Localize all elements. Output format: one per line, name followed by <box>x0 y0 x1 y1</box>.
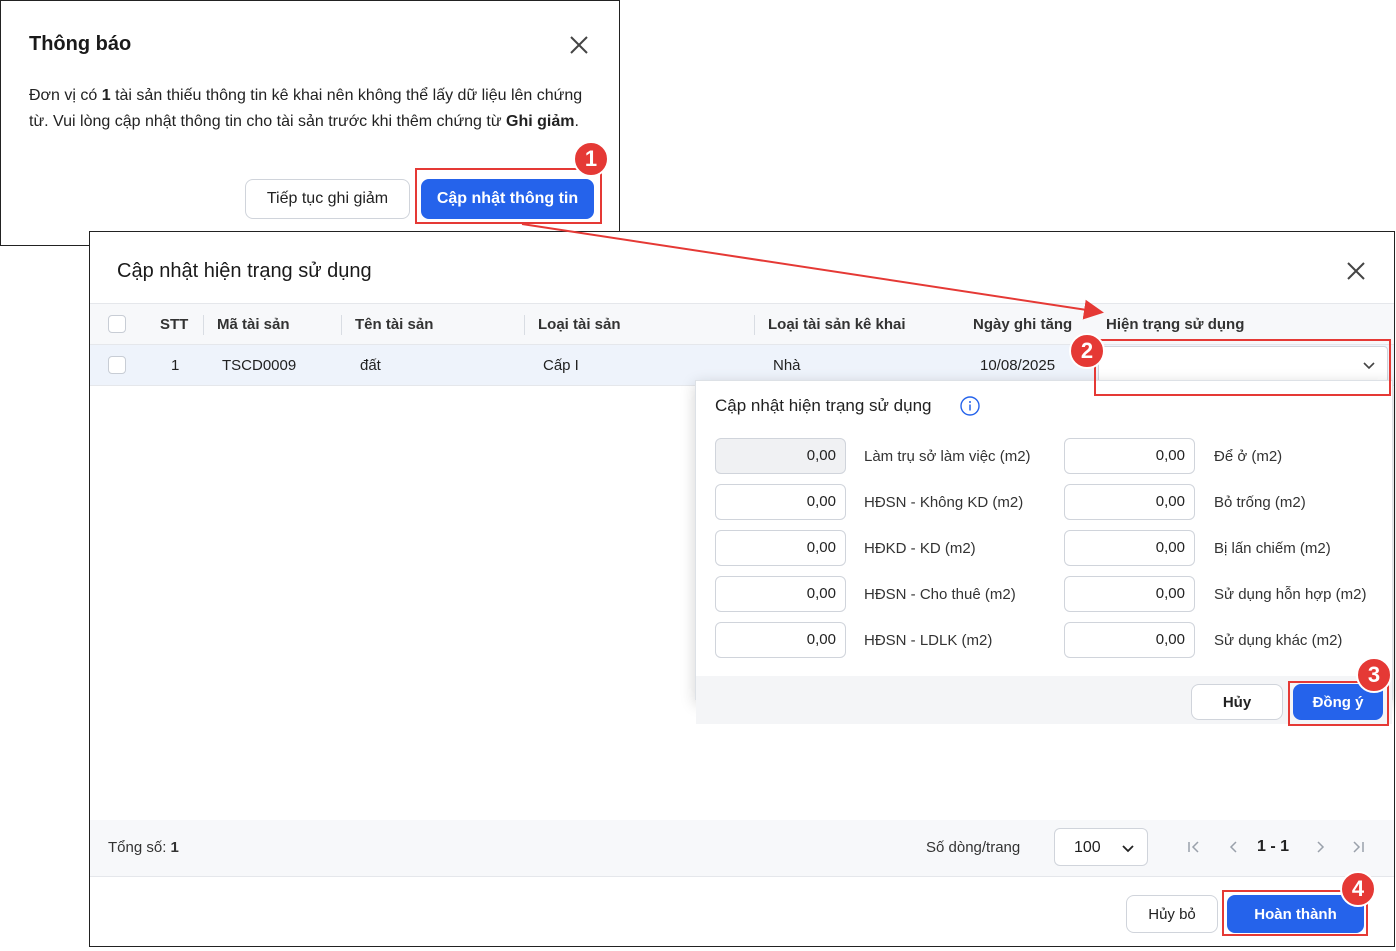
residential-area-label: Để ở (m2) <box>1214 448 1283 465</box>
cell-asset-code: TSCD0009 <box>222 357 297 374</box>
step-badge-4: 4 <box>1340 871 1376 907</box>
non-business-area-label: HĐSN - Không KD (m2) <box>864 494 1024 511</box>
rows-per-page-select[interactable]: 100 <box>1054 828 1148 866</box>
encroached-area-label: Bị lấn chiếm (m2) <box>1214 540 1331 557</box>
residential-area-input[interactable]: 0,00 <box>1064 438 1195 474</box>
notification-message: Đơn vị có 1 tài sản thiếu thông tin kê k… <box>29 87 583 130</box>
select-all-checkbox[interactable] <box>108 315 126 333</box>
step-badge-1: 1 <box>573 141 609 177</box>
business-area-label: HĐKD - KD (m2) <box>864 540 976 557</box>
office-area-input: 0,00 <box>715 438 846 474</box>
cancel-button[interactable]: Hủy bỏ <box>1126 895 1218 933</box>
pagination-bar: Tổng số: 1 Số dòng/trang 100 1 - 1 <box>90 820 1394 876</box>
popover-title: Cập nhật hiện trạng sử dụng <box>715 396 932 415</box>
popover-cancel-button[interactable]: Hủy <box>1191 684 1283 720</box>
page-range: 1 - 1 <box>1257 838 1290 855</box>
rental-area-label: HĐSN - Cho thuê (m2) <box>864 586 1016 603</box>
non-business-area-input[interactable]: 0,00 <box>715 484 846 520</box>
column-header-asset-name: Tên tài sản <box>355 316 434 333</box>
notification-dialog: Thông báo Đơn vị có 1 tài sản thiếu thôn… <box>0 0 620 246</box>
step-badge-2: 2 <box>1069 333 1105 369</box>
other-use-area-label: Sử dụng khác (m2) <box>1214 632 1343 649</box>
popover-footer-bar <box>696 676 1392 724</box>
continue-reduce-button[interactable]: Tiếp tục ghi giảm <box>245 179 410 219</box>
usage-status-popover: Cập nhật hiện trạng sử dụng 0,00 Làm trụ… <box>695 380 1393 700</box>
cell-asset-type: Cấp I <box>543 357 579 374</box>
row-checkbox[interactable] <box>108 356 126 374</box>
table-header: STT Mã tài sản Tên tài sản Loại tài sản … <box>90 303 1394 345</box>
total-count: Tổng số: 1 <box>108 839 179 856</box>
dialog-footer: Hủy bỏ Hoàn thành <box>90 876 1394 946</box>
column-divider <box>203 315 204 335</box>
cell-increase-date: 10/08/2025 <box>980 357 1056 374</box>
column-divider <box>754 315 755 335</box>
vacant-area-input[interactable]: 0,00 <box>1064 484 1195 520</box>
office-area-label: Làm trụ sở làm việc (m2) <box>864 448 1031 465</box>
joint-venture-area-label: HĐSN - LDLK (m2) <box>864 632 993 649</box>
joint-venture-area-input[interactable]: 0,00 <box>715 622 846 658</box>
mixed-use-area-input[interactable]: 0,00 <box>1064 576 1195 612</box>
last-page-icon[interactable] <box>1350 839 1366 855</box>
update-info-button[interactable]: Cập nhật thông tin <box>421 179 594 219</box>
column-header-increase-date: Ngày ghi tăng <box>973 316 1073 333</box>
next-page-icon[interactable] <box>1312 839 1328 855</box>
cell-asset-name: đất <box>360 357 381 374</box>
close-icon[interactable] <box>567 33 591 57</box>
step-badge-3: 3 <box>1356 657 1392 693</box>
dialog-title: Cập nhật hiện trạng sử dụng <box>117 260 372 282</box>
column-header-usage-status: Hiện trạng sử dụng <box>1106 316 1245 333</box>
column-divider <box>524 315 525 335</box>
column-header-asset-code: Mã tài sản <box>217 316 290 333</box>
vacant-area-label: Bỏ trống (m2) <box>1214 494 1306 511</box>
cell-stt: 1 <box>171 357 180 374</box>
close-icon[interactable] <box>1344 259 1368 283</box>
first-page-icon[interactable] <box>1186 839 1202 855</box>
column-header-declared-type: Loại tài sản kê khai <box>768 316 906 333</box>
rows-per-page-label: Số dòng/trang <box>926 839 1021 856</box>
column-header-stt: STT <box>160 316 189 333</box>
prev-page-icon[interactable] <box>1226 839 1242 855</box>
info-icon[interactable] <box>960 396 980 416</box>
column-divider <box>341 315 342 335</box>
notification-title: Thông báo <box>29 33 132 55</box>
chevron-down-icon <box>1122 845 1134 853</box>
chevron-down-icon <box>1363 362 1375 370</box>
rental-area-input[interactable]: 0,00 <box>715 576 846 612</box>
business-area-input[interactable]: 0,00 <box>715 530 846 566</box>
mixed-use-area-label: Sử dụng hỗn hợp (m2) <box>1214 586 1367 603</box>
other-use-area-input[interactable]: 0,00 <box>1064 622 1195 658</box>
usage-status-dropdown[interactable] <box>1098 346 1388 383</box>
column-header-asset-type: Loại tài sản <box>538 316 621 333</box>
encroached-area-input[interactable]: 0,00 <box>1064 530 1195 566</box>
cell-declared-type: Nhà <box>773 357 801 374</box>
